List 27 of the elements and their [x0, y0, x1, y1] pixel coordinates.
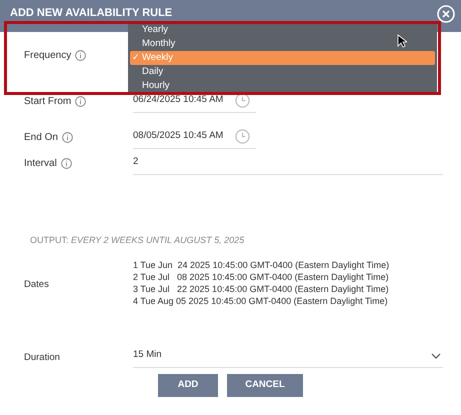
duration-label: Duration: [24, 352, 60, 363]
add-button[interactable]: ADD: [158, 374, 218, 397]
close-icon[interactable]: [437, 5, 455, 23]
menu-item[interactable]: Daily: [130, 65, 435, 79]
field-label: End On: [24, 130, 58, 144]
menu-item[interactable]: Monthly: [130, 37, 435, 51]
info-icon[interactable]: [75, 50, 86, 61]
duration-select[interactable]: 15 Min: [133, 344, 443, 368]
info-icon[interactable]: [62, 132, 73, 142]
cancel-button[interactable]: CANCEL: [227, 374, 303, 397]
output-summary: OUTPUT: EVERY 2 WEEKS UNTIL AUGUST 5, 2025: [30, 235, 244, 245]
cursor-icon: [397, 34, 407, 48]
date-entry: 2 Tue Jul 08 2025 10:45:00 GMT-0400 (Eastern Daylight Time): [133, 271, 390, 283]
date-entry: 1 Tue Jun 24 2025 10:45:00 GMT-0400 (Eastern Daylight Time): [133, 259, 390, 271]
field-label: Frequency: [24, 49, 72, 63]
date-entry: 4 Tue Aug 05 2025 10:45:00 GMT-0400 (Eastern Daylight Time): [133, 295, 389, 307]
chevron-down-icon: [431, 352, 441, 358]
field-label: Interval: [24, 156, 57, 170]
info-icon[interactable]: [60, 158, 72, 168]
clock-icon[interactable]: [235, 93, 250, 108]
date-field[interactable]: 08/05/2025 10:45 AM: [133, 125, 256, 149]
dialog-title: ADD NEW AVAILABILITY RULE: [10, 6, 172, 21]
dates-label: Dates: [24, 279, 49, 290]
date-entry: 3 Tue Jul 22 2025 10:45:00 GMT-0400 (Eastern Daylight Time): [133, 283, 390, 295]
info-icon[interactable]: [75, 96, 86, 106]
field-label: Start From: [24, 94, 72, 108]
input-field[interactable]: 2: [133, 151, 443, 175]
